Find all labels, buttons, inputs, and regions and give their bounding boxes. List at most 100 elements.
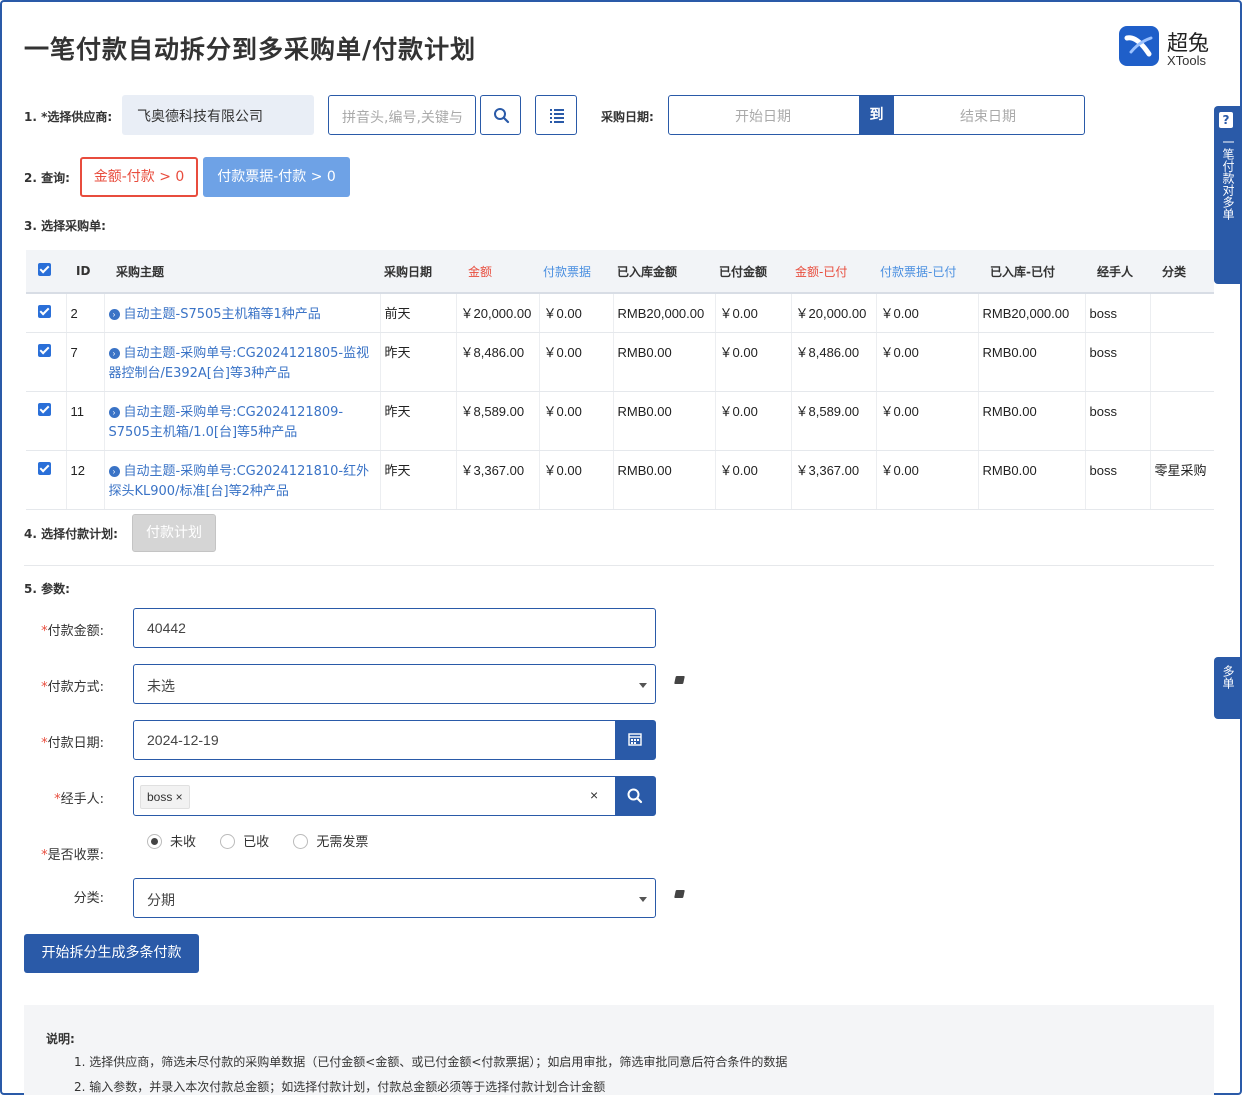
cell-subject[interactable]: › 自动主题-采购单号:CG2024121809-S7505主机箱/1.0[台]等… xyxy=(104,391,381,451)
cell-amount-minus-paid: ￥20,000.00 xyxy=(791,293,877,333)
radio-no-invoice[interactable]: 无需发票 xyxy=(293,834,368,850)
book-icon[interactable] xyxy=(674,890,685,898)
amount-value: 40442 xyxy=(147,620,186,636)
cell-handler: boss xyxy=(1085,450,1151,510)
col-receipt-minus-paid[interactable]: 付款票据-已付 xyxy=(876,250,978,294)
side-tab-top[interactable]: ? 一笔付款对多单 xyxy=(1214,106,1240,284)
link-arrow-icon: › xyxy=(108,309,120,320)
cell-receipt: ￥0.00 xyxy=(539,450,614,510)
note-item: 2. 输入参数，并录入本次付款总金额；如选择付款计划，付款总金额必须等于选择付款… xyxy=(74,1080,606,1094)
cell-id: 7 xyxy=(66,332,105,392)
handler-search-button[interactable] xyxy=(615,777,655,815)
table-row[interactable]: 11 › 自动主题-采购单号:CG2024121809-S7505主机箱/1.0[… xyxy=(26,391,1214,451)
amount-label: *付款金额: xyxy=(41,624,104,639)
cell-amount: ￥3,367.00 xyxy=(456,450,540,510)
cell-category xyxy=(1150,391,1214,451)
book-icon[interactable] xyxy=(674,676,685,684)
col-date[interactable]: 采购日期 xyxy=(380,250,456,294)
list-icon xyxy=(550,109,564,123)
start-date-input[interactable]: 开始日期 xyxy=(669,96,859,134)
filter-amount-label: 金额-付款 > 0 xyxy=(93,169,185,185)
col-stocked[interactable]: 已入库金额 xyxy=(613,250,715,294)
payment-plan-button[interactable]: 付款计划 xyxy=(132,514,216,552)
date-range-picker: 开始日期 到 结束日期 xyxy=(668,95,1085,135)
row-checkbox[interactable] xyxy=(26,450,67,510)
filter-amount-button[interactable]: 金额-付款 > 0 xyxy=(80,157,198,197)
clear-icon[interactable]: × xyxy=(590,787,598,803)
col-paid[interactable]: 已付金额 xyxy=(715,250,791,294)
payment-method-select[interactable]: 未选 xyxy=(133,664,656,704)
payment-date-input[interactable]: 2024-12-19 xyxy=(133,720,656,760)
cell-stocked: RMB0.00 xyxy=(613,391,716,451)
subject-link[interactable]: 自动主题-采购单号:CG2024121805-监视器控制台/E392A[台]等3… xyxy=(109,346,370,381)
category-value: 分期 xyxy=(147,892,175,908)
row-checkbox[interactable] xyxy=(26,332,67,392)
supplier-search-input[interactable]: 拼音头,编号,关键与 xyxy=(328,95,476,135)
cell-category: 零星采购 xyxy=(1150,450,1214,510)
col-category[interactable]: 分类 xyxy=(1150,250,1214,294)
cell-amount: ￥8,589.00 xyxy=(456,391,540,451)
handler-tag[interactable]: boss × xyxy=(140,785,190,809)
step5-label: 5. 参数: xyxy=(24,582,70,596)
calendar-button[interactable] xyxy=(615,721,655,759)
category-select[interactable]: 分期 xyxy=(133,878,656,918)
cell-receipt: ￥0.00 xyxy=(539,332,614,392)
method-label: *付款方式: xyxy=(41,680,104,695)
cell-stocked-minus-paid: RMB20,000.00 xyxy=(978,293,1086,333)
date-range-separator: 到 xyxy=(859,96,894,134)
cell-stocked: RMB0.00 xyxy=(613,332,716,392)
row-checkbox[interactable] xyxy=(26,293,67,333)
amount-input[interactable]: 40442 xyxy=(133,608,656,648)
filter-receipt-label: 付款票据-付款 > 0 xyxy=(217,169,336,185)
cell-paid: ￥0.00 xyxy=(715,293,792,333)
cell-category xyxy=(1150,293,1214,333)
select-all-checkbox[interactable] xyxy=(26,250,66,294)
cell-receipt-minus-paid: ￥0.00 xyxy=(876,391,979,451)
table-header-row: ID 采购主题 采购日期 金额 付款票据 已入库金额 已付金额 金额-已付 付款… xyxy=(26,250,1214,294)
cell-handler: boss xyxy=(1085,293,1151,333)
cell-stocked-minus-paid: RMB0.00 xyxy=(978,332,1086,392)
supplier-field[interactable]: 飞奥德科技有限公司 xyxy=(122,95,314,135)
col-subject[interactable]: 采购主题 xyxy=(104,250,380,294)
col-id[interactable]: ID xyxy=(66,250,104,294)
side-tab-bottom[interactable]: 多单 xyxy=(1214,657,1240,719)
col-amount-minus-paid[interactable]: 金额-已付 xyxy=(791,250,876,294)
chevron-down-icon xyxy=(639,897,647,902)
subject-link[interactable]: 自动主题-采购单号:CG2024121809-S7505主机箱/1.0[台]等5… xyxy=(109,405,344,440)
brand-logo: 超兔 XTools xyxy=(1119,26,1219,70)
col-handler[interactable]: 经手人 xyxy=(1085,250,1150,294)
subject-link[interactable]: 自动主题-S7505主机箱等1种产品 xyxy=(124,307,321,322)
cell-amount: ￥20,000.00 xyxy=(456,293,540,333)
search-button[interactable] xyxy=(480,95,521,135)
col-receipt[interactable]: 付款票据 xyxy=(539,250,613,294)
notes-title: 说明: xyxy=(46,1032,75,1046)
col-amount[interactable]: 金额 xyxy=(456,250,539,294)
subject-link[interactable]: 自动主题-采购单号:CG2024121810-红外探头KL900/标准[台]等2… xyxy=(109,464,370,499)
cell-category xyxy=(1150,332,1214,392)
cell-subject[interactable]: › 自动主题-采购单号:CG2024121810-红外探头KL900/标准[台]等… xyxy=(104,450,381,510)
radio-not-received[interactable]: 未收 xyxy=(147,834,196,850)
list-button[interactable] xyxy=(535,95,577,135)
submit-button[interactable]: 开始拆分生成多条付款 xyxy=(24,934,199,973)
table-row[interactable]: 7 › 自动主题-采购单号:CG2024121805-监视器控制台/E392A[台… xyxy=(26,332,1214,392)
logo-icon xyxy=(1119,26,1159,66)
submit-label: 开始拆分生成多条付款 xyxy=(41,945,182,961)
cell-stocked: RMB20,000.00 xyxy=(613,293,716,333)
end-date-input[interactable]: 结束日期 xyxy=(894,96,1084,134)
link-arrow-icon: › xyxy=(108,407,120,418)
date-label: *付款日期: xyxy=(41,736,104,751)
cell-subject[interactable]: › 自动主题-采购单号:CG2024121805-监视器控制台/E392A[台]等… xyxy=(104,332,381,392)
table-row[interactable]: 2 › 自动主题-S7505主机箱等1种产品 前天 ￥20,000.00 ￥0.0… xyxy=(26,293,1214,333)
table-row[interactable]: 12 › 自动主题-采购单号:CG2024121810-红外探头KL900/标准[… xyxy=(26,450,1214,510)
cell-subject[interactable]: › 自动主题-S7505主机箱等1种产品 xyxy=(104,293,381,333)
link-arrow-icon: › xyxy=(108,466,120,477)
col-stocked-minus-paid[interactable]: 已入库-已付 xyxy=(978,250,1085,294)
row-checkbox[interactable] xyxy=(26,391,67,451)
handler-select[interactable]: boss × × xyxy=(133,776,656,816)
radio-received[interactable]: 已收 xyxy=(220,834,269,850)
filter-receipt-button[interactable]: 付款票据-付款 > 0 xyxy=(203,157,350,197)
cell-receipt-minus-paid: ￥0.00 xyxy=(876,450,979,510)
cell-stocked-minus-paid: RMB0.00 xyxy=(978,391,1086,451)
cell-date: 前天 xyxy=(380,293,457,333)
receipt-label: *是否收票: xyxy=(41,848,104,863)
